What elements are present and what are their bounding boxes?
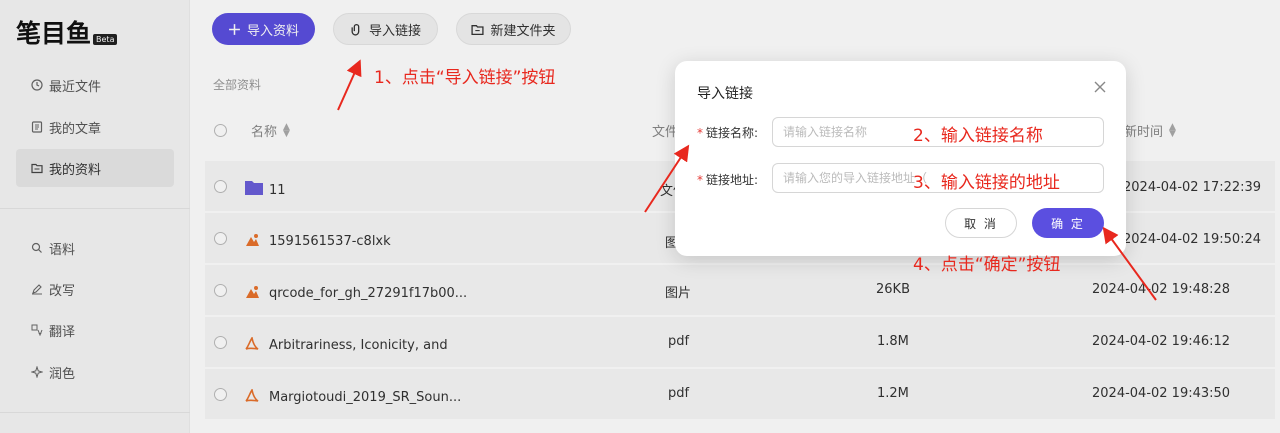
import-link-dialog: 导入链接 *链接名称: *链接地址: 取 消 确 定 (675, 61, 1126, 256)
cancel-button[interactable]: 取 消 (945, 208, 1017, 238)
annotation-step-1: 1、点击“导入链接”按钮 (374, 68, 556, 88)
confirm-button[interactable]: 确 定 (1032, 208, 1104, 238)
required-mark: * (697, 173, 703, 187)
dialog-title: 导入链接 (697, 86, 753, 102)
link-name-label-text: 链接名称: (706, 126, 759, 140)
link-url-label: * 链接地址: (697, 171, 758, 188)
annotation-step-3: 3、输入链接的地址 (913, 173, 1060, 193)
annotation-step-2: 2、输入链接名称 (913, 126, 1043, 146)
annotation-step-4: 4、点击“确定”按钮 (913, 255, 1061, 275)
required-mark: * (697, 126, 703, 140)
close-icon[interactable] (1092, 79, 1108, 95)
link-name-label: * 链接名称: (697, 124, 758, 141)
link-url-label-text: 链接地址: (706, 173, 759, 187)
